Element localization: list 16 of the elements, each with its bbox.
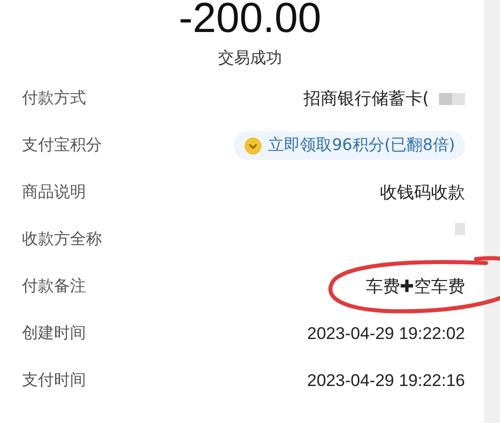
coin-icon [244, 136, 262, 154]
field-label: 支付时间 [22, 370, 86, 391]
points-badge[interactable]: 立即领取96积分(已翻8倍) [234, 131, 465, 160]
field-value: 招商银行储蓄卡( [303, 88, 429, 110]
amount: -200.00 [178, 0, 322, 42]
status-text: 交易成功 [218, 48, 282, 69]
field-value: 2023-04-29 19:22:16 [307, 370, 465, 390]
field-label: 付款方式 [22, 88, 86, 109]
field-value: 收钱码收款 [380, 182, 465, 204]
field-value: 2023-04-29 19:22:02 [307, 324, 465, 344]
field-label: 付款备注 [22, 276, 86, 297]
field-label: 创建时间 [22, 323, 86, 344]
field-label: 收款方全称 [22, 229, 102, 250]
field-label: 商品说明 [22, 182, 86, 203]
field-value: 车费✚空车费 [366, 276, 465, 298]
field-label: 支付宝积分 [22, 135, 102, 156]
